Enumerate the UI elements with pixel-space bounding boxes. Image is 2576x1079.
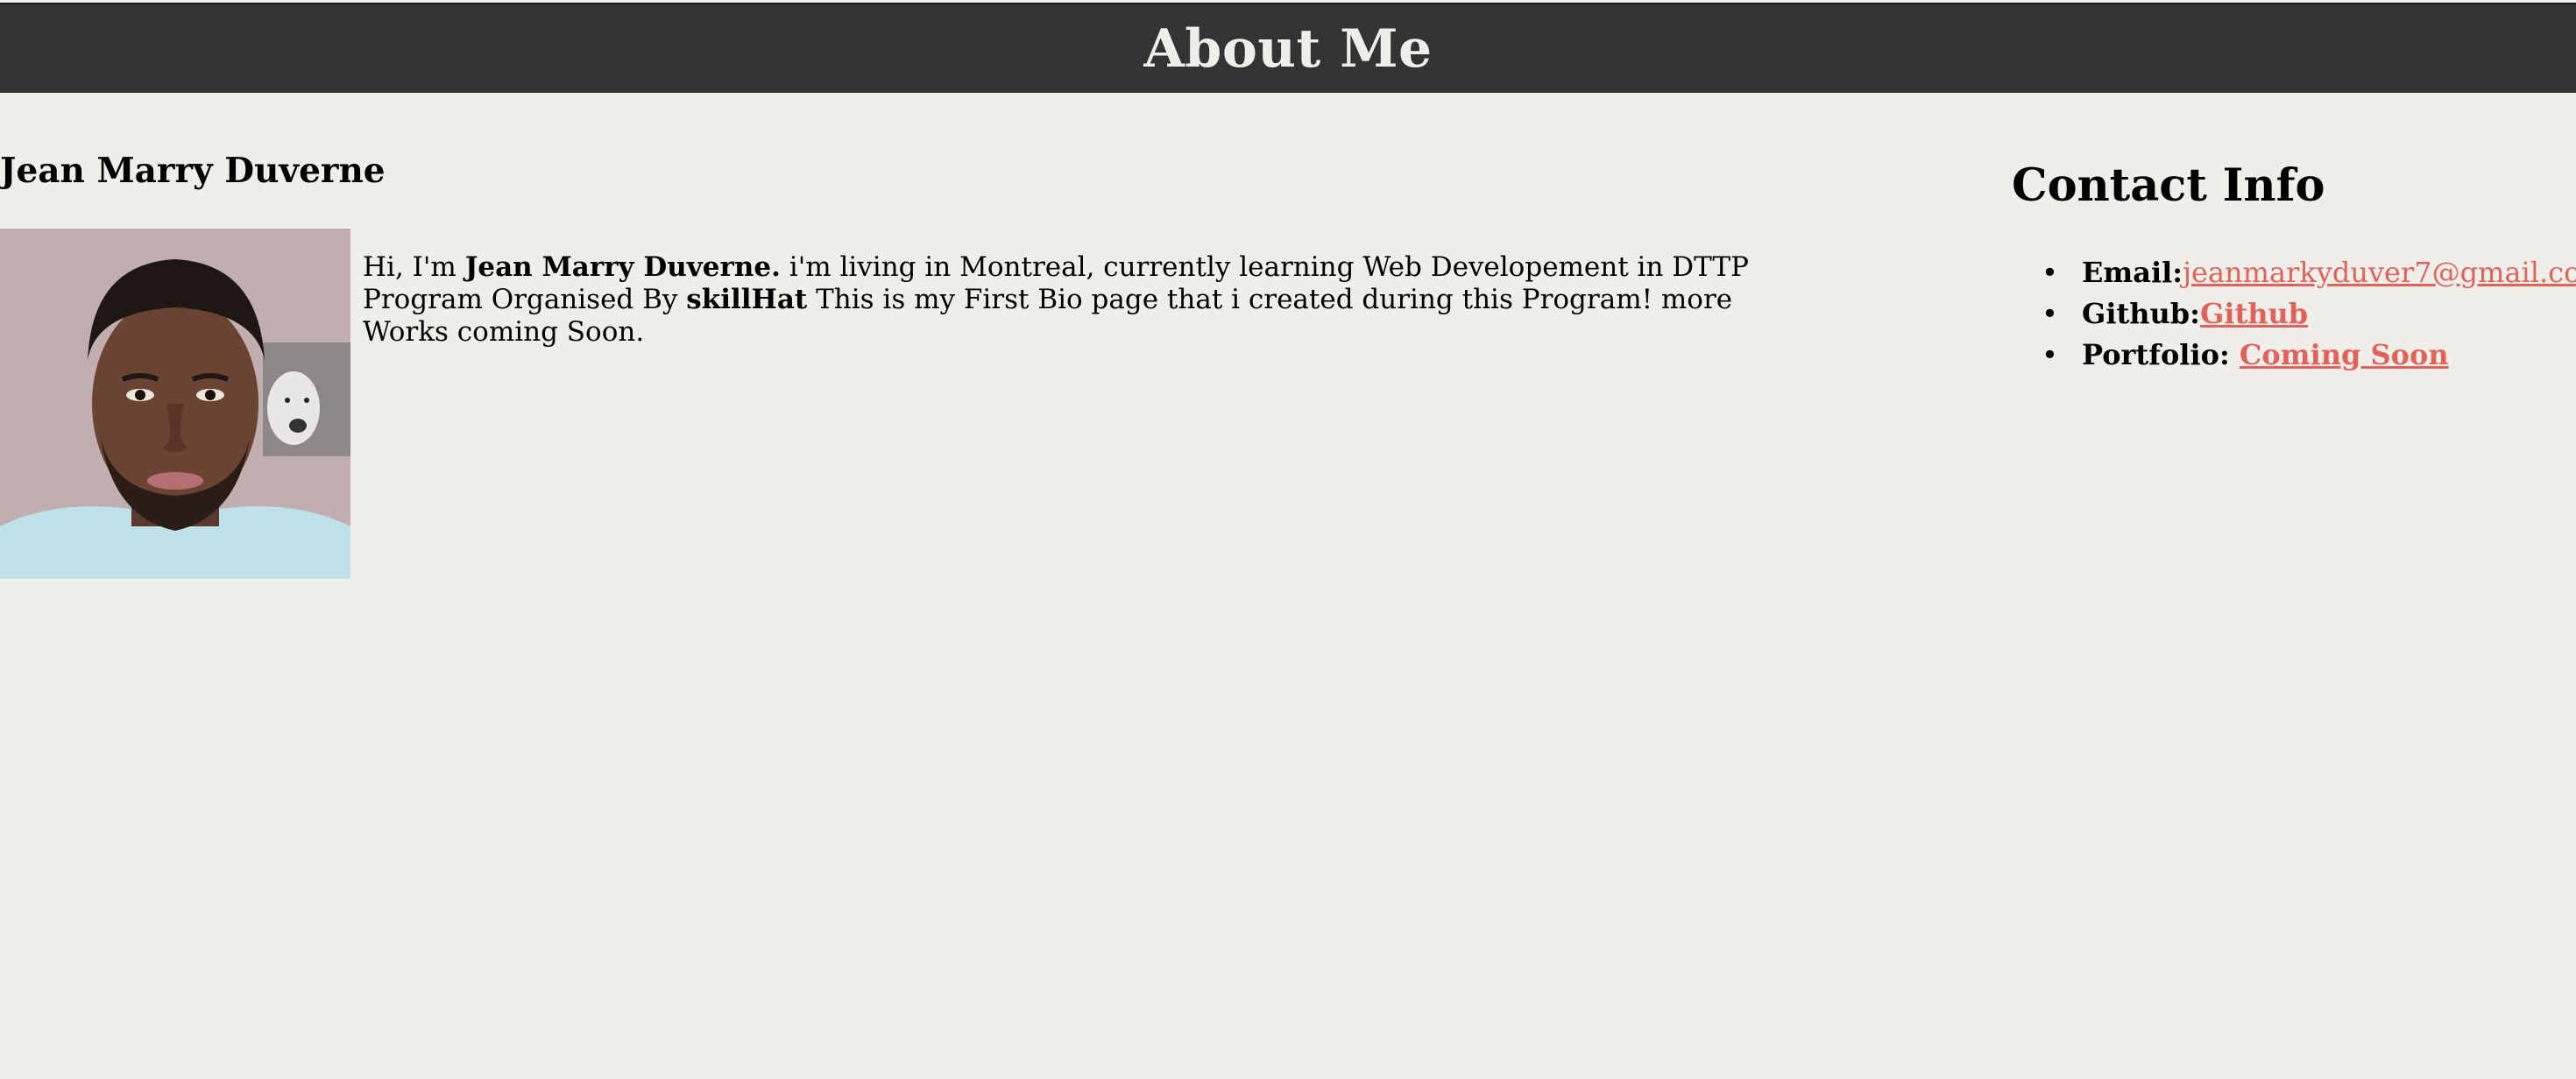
contact-title: Contact Info — [2012, 159, 2325, 212]
contact-list: • Email:jeanmarkyduver7@gmail.com • Gith… — [2012, 252, 2576, 376]
bio-paragraph: Hi, I'm Jean Marry Duverne. i'm living i… — [363, 251, 1765, 349]
email-link[interactable]: jeanmarkyduver7@gmail.com — [2183, 256, 2576, 289]
bio-organization: skillHat — [686, 284, 808, 315]
github-link[interactable]: Github — [2200, 297, 2308, 330]
contact-item-email: • Email:jeanmarkyduver7@gmail.com — [2042, 252, 2576, 293]
bio-greeting: Hi, I'm — [363, 251, 465, 283]
profile-photo — [0, 229, 350, 579]
contact-item-portfolio: • Portfolio: Coming Soon — [2042, 335, 2572, 376]
profile-name: Jean Marry Duverne — [0, 151, 386, 191]
bullet-icon: • — [2042, 256, 2058, 289]
contact-item-github: • Github:Github — [2042, 293, 2572, 335]
contact-section: Contact Info • Email:jeanmarkyduver7@gma… — [2012, 159, 2576, 376]
bullet-icon: • — [2042, 297, 2058, 330]
github-label: Github: — [2082, 297, 2200, 330]
page-title: About Me — [1143, 18, 1433, 80]
page-header: About Me — [0, 3, 2576, 93]
portfolio-link[interactable]: Coming Soon — [2240, 338, 2449, 371]
email-label: Email: — [2082, 256, 2183, 289]
bio-name: Jean Marry Duverne. — [464, 251, 781, 283]
bullet-icon: • — [2042, 338, 2058, 371]
portfolio-label: Portfolio: — [2082, 338, 2240, 371]
